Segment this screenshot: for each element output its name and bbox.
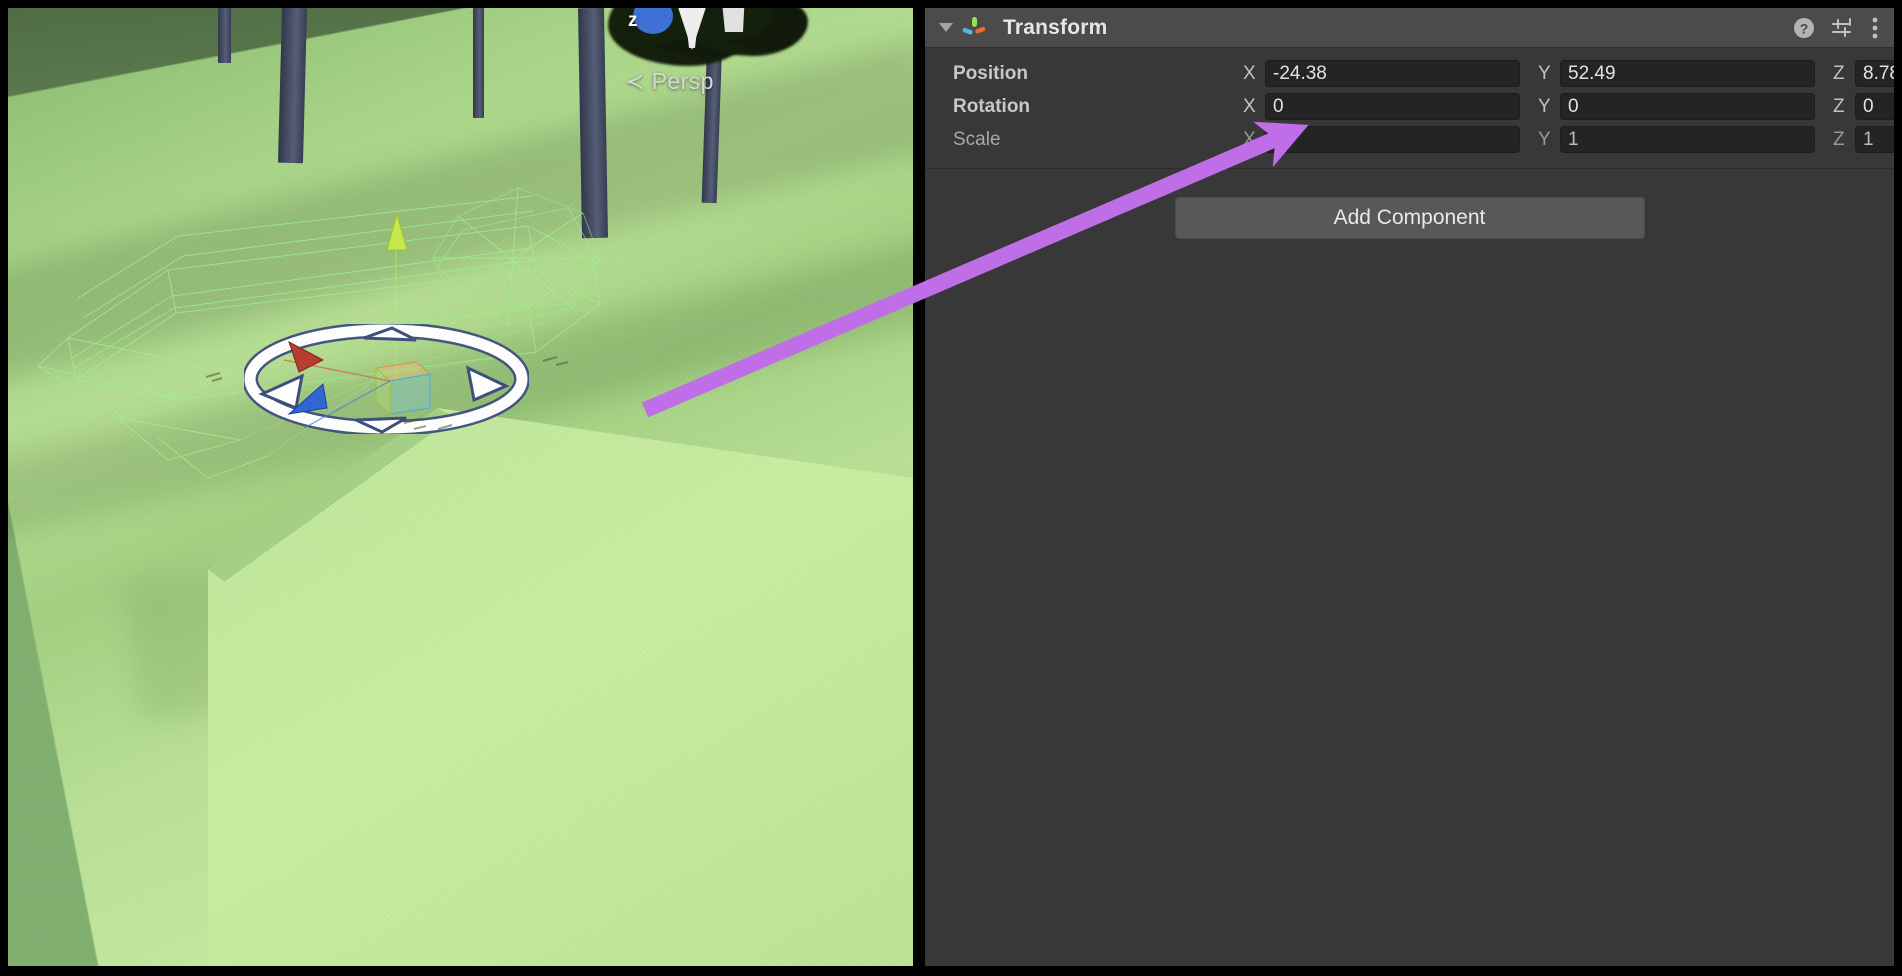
property-row-rotation: Rotation X Y Z bbox=[925, 90, 1894, 123]
scale-y-group: Y bbox=[1538, 126, 1833, 153]
property-label-scale: Scale bbox=[953, 128, 1001, 150]
tree-trunk bbox=[473, 8, 484, 118]
axis-label-y: Y bbox=[1538, 95, 1551, 117]
scale-y-field[interactable] bbox=[1560, 126, 1815, 153]
axis-label-x: X bbox=[1243, 128, 1256, 150]
position-y-field[interactable] bbox=[1560, 60, 1815, 87]
axis-label-z: Z bbox=[1833, 62, 1845, 84]
add-component-button[interactable]: Add Component bbox=[1174, 197, 1645, 239]
rotation-z-field[interactable] bbox=[1855, 93, 1894, 120]
component-header-actions: ? bbox=[1792, 15, 1882, 41]
rotation-x-group: X bbox=[1243, 93, 1538, 120]
property-row-scale: Scale X Y Z bbox=[925, 123, 1894, 156]
scene-view[interactable]: z ≺ Persp bbox=[8, 8, 913, 966]
chevron-down-icon[interactable] bbox=[935, 17, 957, 39]
help-icon[interactable]: ? bbox=[1792, 16, 1816, 40]
vector3-field-position: X Y Z bbox=[1243, 60, 1894, 87]
position-y-group: Y bbox=[1538, 60, 1833, 87]
axis-label-z: Z bbox=[1833, 95, 1845, 117]
vector3-field-scale: X Y Z bbox=[1243, 126, 1894, 153]
scale-z-group: Z bbox=[1833, 126, 1894, 153]
axis-label-z: Z bbox=[1833, 128, 1845, 150]
tree-trunk bbox=[577, 8, 609, 239]
transform-gizmo-icon bbox=[962, 16, 986, 35]
axis-label-x: X bbox=[1243, 62, 1256, 84]
tree-trunk bbox=[218, 8, 231, 63]
position-z-group: Z bbox=[1833, 60, 1894, 87]
transform-properties: Position X Y Z bbox=[925, 48, 1894, 169]
projection-mode-text: Persp bbox=[651, 68, 714, 94]
svg-text:?: ? bbox=[1800, 20, 1809, 36]
gizmo-axis-z-label: z bbox=[628, 10, 638, 31]
position-x-field[interactable] bbox=[1265, 60, 1520, 87]
scale-x-field[interactable] bbox=[1265, 126, 1520, 153]
tree-trunk bbox=[277, 8, 308, 164]
projection-mode-label[interactable]: ≺ Persp bbox=[625, 68, 714, 95]
scale-z-field[interactable] bbox=[1855, 126, 1894, 153]
rotation-y-group: Y bbox=[1538, 93, 1833, 120]
component-title: Transform bbox=[1003, 15, 1108, 39]
rotation-z-group: Z bbox=[1833, 93, 1894, 120]
position-x-group: X bbox=[1243, 60, 1538, 87]
property-row-position: Position X Y Z bbox=[925, 57, 1894, 90]
axis-label-y: Y bbox=[1538, 128, 1551, 150]
rotation-handle-ring[interactable] bbox=[244, 324, 529, 434]
property-label-position: Position bbox=[953, 62, 1028, 84]
axis-label-x: X bbox=[1243, 95, 1256, 117]
position-z-field[interactable] bbox=[1855, 60, 1894, 87]
screenshot-root: z ≺ Persp Transform ? Position X -24.38 … bbox=[0, 0, 1902, 976]
rotation-x-field[interactable] bbox=[1265, 93, 1520, 120]
transform-component-header[interactable]: Transform ? bbox=[925, 8, 1894, 48]
kebab-menu-icon[interactable] bbox=[1870, 15, 1880, 41]
scale-x-group: X bbox=[1243, 126, 1538, 153]
axis-label-y: Y bbox=[1538, 62, 1551, 84]
property-label-rotation: Rotation bbox=[953, 95, 1031, 117]
preset-icon[interactable] bbox=[1830, 16, 1856, 40]
vector3-field-rotation: X Y Z bbox=[1243, 93, 1894, 120]
chevron-left-icon: ≺ bbox=[625, 68, 645, 94]
inspector-panel: Transform ? Position X -24.38 Y 52.49 Z … bbox=[925, 8, 1894, 966]
rotation-y-field[interactable] bbox=[1560, 93, 1815, 120]
add-component-section: Add Component bbox=[925, 169, 1894, 239]
